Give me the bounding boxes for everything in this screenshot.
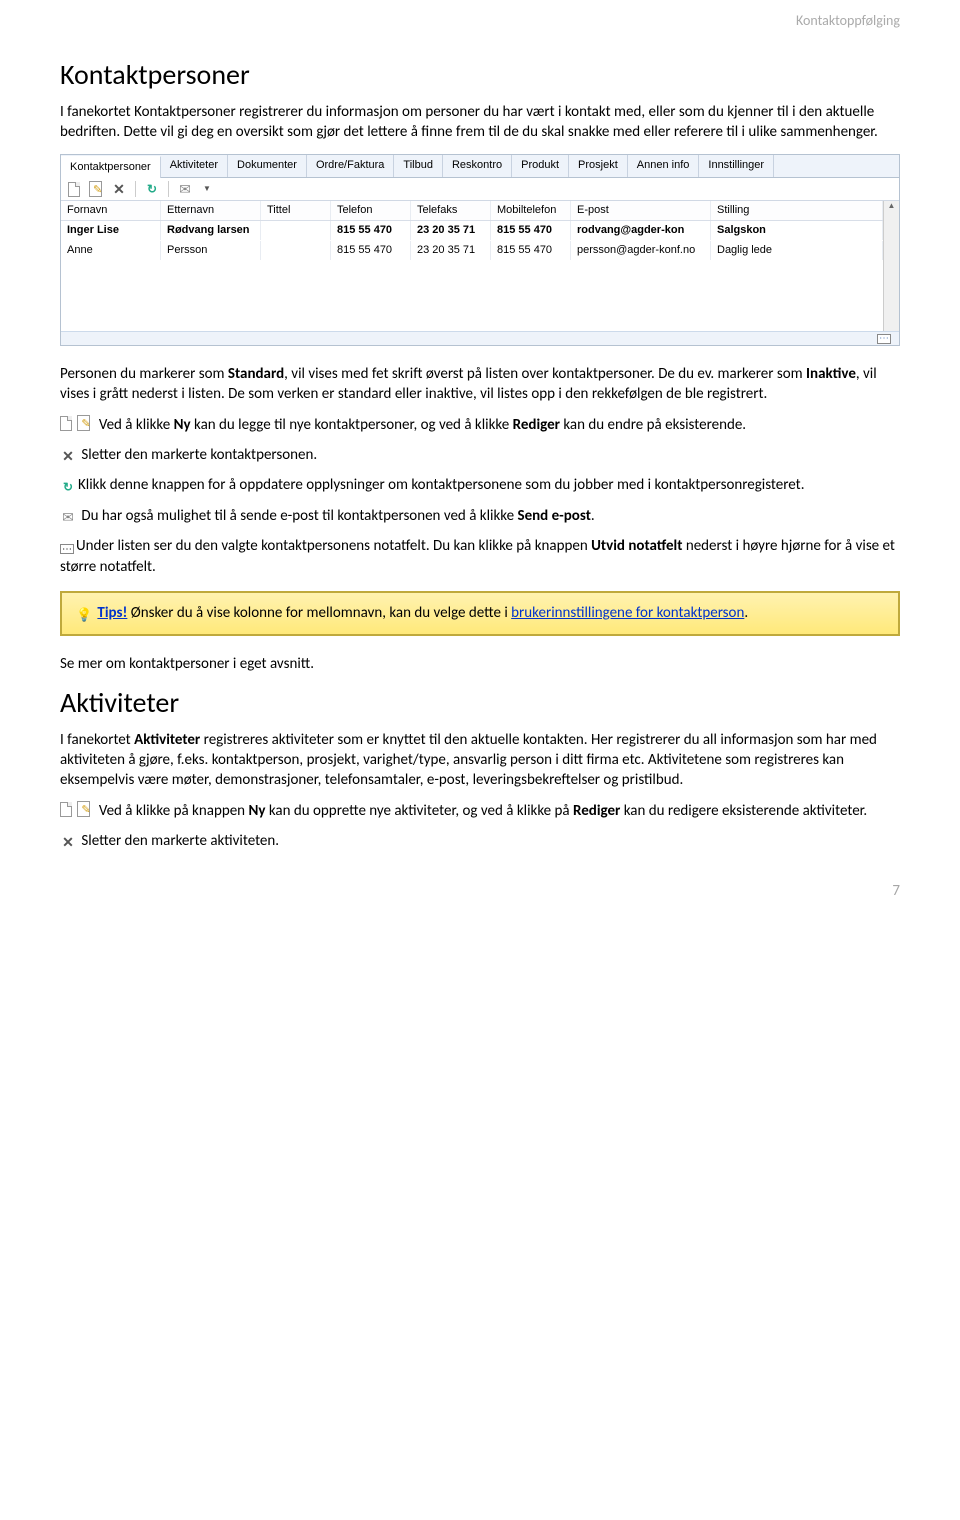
bulb-icon — [76, 608, 92, 624]
cell — [261, 241, 331, 260]
heading-kontaktpersoner: Kontaktpersoner — [60, 56, 900, 94]
paragraph-delete: ✕ Sletter den markerte kontaktpersonen. — [60, 445, 900, 465]
paragraph-refresh: Klikk denne knappen for å oppdatere oppl… — [60, 475, 900, 496]
paragraph-new-edit: Ved å klikke Ny kan du legge til nye kon… — [60, 415, 900, 435]
paragraph-akt-new-edit: Ved å klikke på knappen Ny kan du oppret… — [60, 801, 900, 821]
cell: Daglig lede — [711, 241, 883, 260]
cell: 23 20 35 71 — [411, 221, 491, 240]
tips-box: Tips! Ønsker du å vise kolonne for mello… — [60, 591, 900, 636]
toolbar-dropdown-icon[interactable]: ▼ — [199, 181, 215, 197]
paragraph-standard-inactive: Personen du markerer som Standard, vil v… — [60, 364, 900, 405]
expand-icon — [60, 544, 74, 554]
delete-icon: ✕ — [60, 835, 76, 851]
paragraph-send-email: Du har også mulighet til å sende e-post … — [60, 506, 900, 526]
col-tittel[interactable]: Tittel — [261, 201, 331, 220]
cell: 815 55 470 — [491, 241, 571, 260]
paragraph-see-more: Se mer om kontaktpersoner i eget avsnitt… — [60, 654, 900, 674]
col-telefon[interactable]: Telefon — [331, 201, 411, 220]
toolbar-separator — [168, 181, 169, 197]
cell: Persson — [161, 241, 261, 260]
paragraph-aktiviteter-intro: I fanekortet Aktiviteter registreres akt… — [60, 730, 900, 791]
tab-innstillinger[interactable]: Innstillinger — [699, 155, 774, 177]
app-toolbar: ✕ ▼ — [61, 178, 899, 201]
cell: persson@agder-konf.no — [571, 241, 711, 260]
toolbar-edit-icon[interactable] — [89, 181, 105, 197]
cell: Salgskon — [711, 221, 883, 240]
paragraph-akt-delete: ✕ Sletter den markerte aktiviteten. — [60, 831, 900, 851]
col-etternavn[interactable]: Etternavn — [161, 201, 261, 220]
toolbar-separator — [135, 181, 136, 197]
table-row[interactable]: Inger Lise Rødvang larsen 815 55 470 23 … — [61, 221, 883, 241]
tab-bar: Kontaktpersoner Aktiviteter Dokumenter O… — [61, 155, 899, 178]
cell: 23 20 35 71 — [411, 241, 491, 260]
intro-paragraph: I fanekortet Kontaktpersoner registrerer… — [60, 102, 900, 143]
tab-ordre-faktura[interactable]: Ordre/Faktura — [307, 155, 394, 177]
edit-icon — [77, 415, 93, 431]
cell: Rødvang larsen — [161, 221, 261, 240]
mail-icon — [60, 510, 76, 526]
table-row[interactable]: Anne Persson 815 55 470 23 20 35 71 815 … — [61, 241, 883, 261]
tab-annen-info[interactable]: Annen info — [628, 155, 700, 177]
tips-link[interactable]: brukerinnstillingene for kontaktperson — [511, 604, 744, 622]
col-epost[interactable]: E-post — [571, 201, 711, 220]
cell: 815 55 470 — [331, 221, 411, 240]
col-mobiltelefon[interactable]: Mobiltelefon — [491, 201, 571, 220]
grid-header-row: Fornavn Etternavn Tittel Telefon Telefak… — [61, 201, 883, 221]
col-fornavn[interactable]: Fornavn — [61, 201, 161, 220]
page-header: Kontaktoppfølging — [60, 12, 900, 31]
app-panel: Kontaktpersoner Aktiviteter Dokumenter O… — [60, 154, 900, 346]
page-number: 7 — [60, 881, 900, 901]
refresh-icon — [60, 480, 76, 496]
tab-reskontro[interactable]: Reskontro — [443, 155, 512, 177]
cell: Anne — [61, 241, 161, 260]
heading-aktiviteter: Aktiviteter — [60, 684, 900, 722]
tab-prosjekt[interactable]: Prosjekt — [569, 155, 628, 177]
paragraph-expand-notes: Under listen ser du den valgte kontaktpe… — [60, 536, 900, 577]
tab-dokumenter[interactable]: Dokumenter — [228, 155, 307, 177]
tab-produkt[interactable]: Produkt — [512, 155, 569, 177]
edit-icon — [77, 801, 93, 817]
toolbar-new-icon[interactable] — [67, 181, 83, 197]
toolbar-delete-icon[interactable]: ✕ — [111, 181, 127, 197]
tab-tilbud[interactable]: Tilbud — [394, 155, 443, 177]
toolbar-mail-icon[interactable] — [177, 181, 193, 197]
toolbar-refresh-icon[interactable] — [144, 181, 160, 197]
status-strip — [61, 331, 899, 345]
cell: 815 55 470 — [491, 221, 571, 240]
new-icon — [60, 416, 72, 431]
new-icon — [60, 802, 72, 817]
delete-icon: ✕ — [60, 449, 76, 465]
tab-aktiviteter[interactable]: Aktiviteter — [161, 155, 228, 177]
cell: rodvang@agder-kon — [571, 221, 711, 240]
tab-kontaktpersoner[interactable]: Kontaktpersoner — [61, 156, 161, 178]
cell — [261, 221, 331, 240]
tips-lead: Tips! — [97, 604, 127, 622]
col-telefaks[interactable]: Telefaks — [411, 201, 491, 220]
cell: Inger Lise — [61, 221, 161, 240]
cell: 815 55 470 — [331, 241, 411, 260]
scrollbar[interactable]: ▲ — [883, 201, 899, 331]
expand-notes-icon[interactable] — [877, 334, 891, 344]
col-stilling[interactable]: Stilling — [711, 201, 883, 220]
